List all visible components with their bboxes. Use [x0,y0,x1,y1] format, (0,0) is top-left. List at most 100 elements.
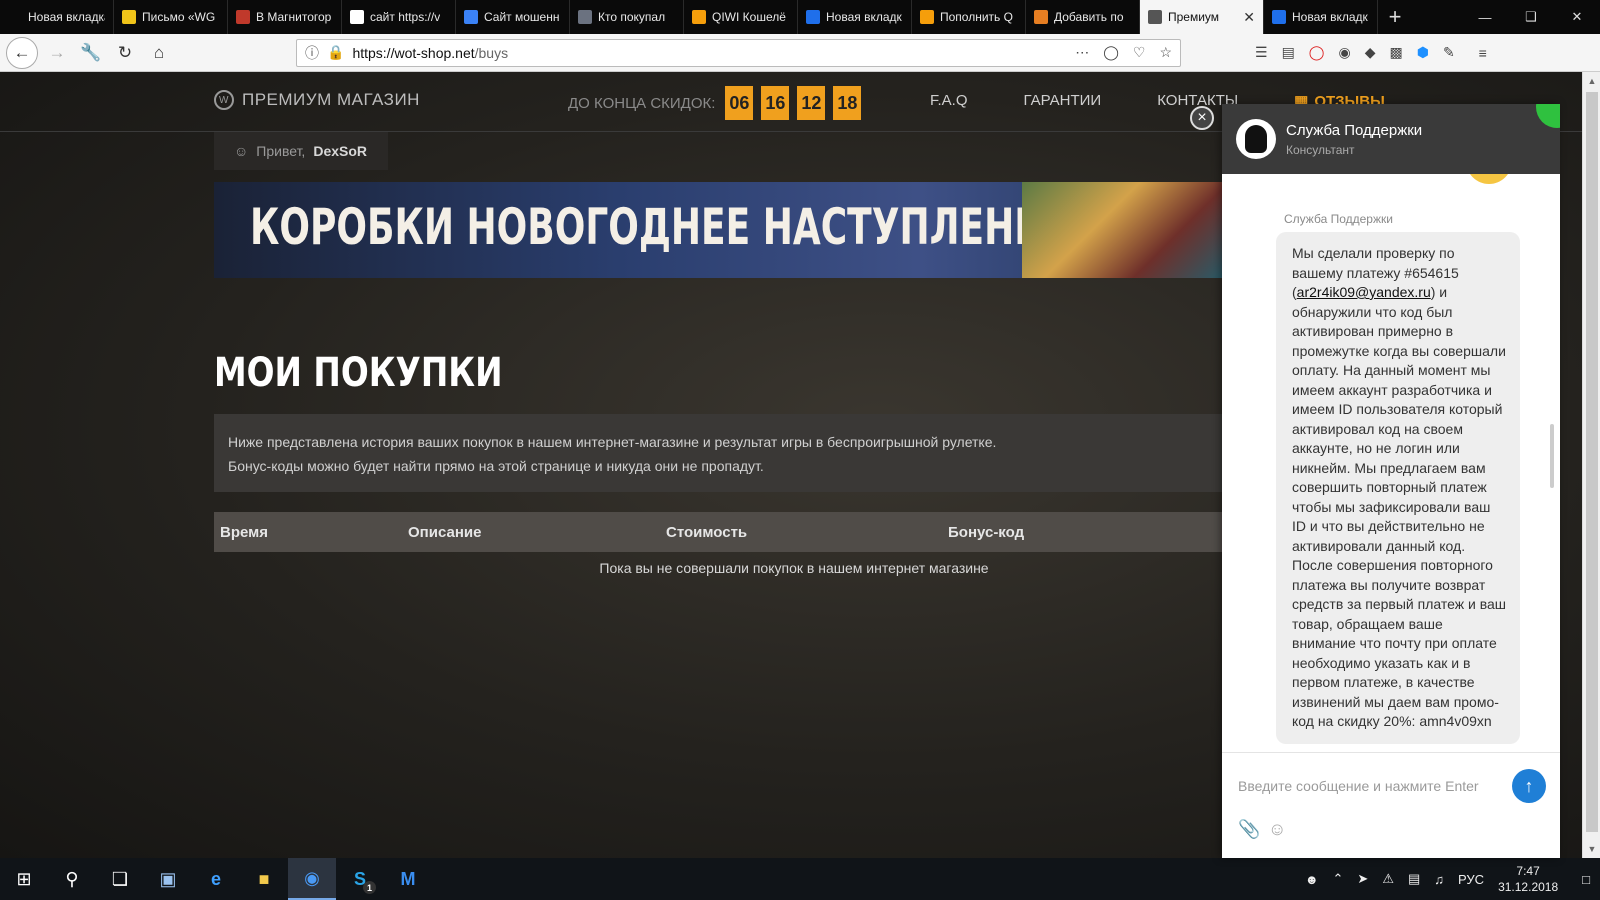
forward-button[interactable]: → [42,38,72,68]
support-chat-widget: Служба Поддержки Консультант Служба Подд… [1222,104,1560,858]
chat-messages[interactable]: Служба Поддержки Мы сделали проверку по … [1222,174,1560,752]
language-indicator[interactable]: РУС [1458,872,1484,887]
url-bar[interactable]: ⓘ 🔒 https://wot-shop.net/buys ⋯ ◯ ♡ ☆ [296,38,1181,67]
emoji-icon[interactable]: ☺ [1268,819,1286,840]
screenshot-extension-icon[interactable]: ▩ [1389,44,1402,61]
wrench-icon[interactable]: 🔧 [76,38,106,68]
promo-banner[interactable]: КОРОБКИ НОВОГОДНЕЕ НАСТУПЛЕНИЕ [214,182,1222,278]
chat-close-button[interactable]: × [1190,106,1214,130]
logo-text: ПРЕМИУМ МАГАЗИН [242,90,420,109]
bookmark-star-icon[interactable]: ☆ [1159,44,1172,61]
browser-tab[interactable]: Кто покупал [570,0,684,34]
info-icon[interactable]: ⓘ [305,43,319,63]
browser-tab[interactable]: Новая вкладк [1264,0,1378,34]
browser-tab[interactable]: сайт https://v [342,0,456,34]
support-message: Мы сделали проверку по вашему платежу #6… [1276,232,1520,744]
library-icon[interactable]: ☰ [1255,44,1268,61]
clock-date: 31.12.2018 [1498,880,1559,894]
attach-icon[interactable]: 📎 [1238,819,1260,840]
user-greeting[interactable]: ☺ Привет, DexSoR [214,132,388,170]
sidebar-icon[interactable]: ▤ [1282,44,1295,61]
page-scrollbar[interactable]: ▲ ▼ [1582,72,1600,858]
page-actions-icon[interactable]: ⋯ [1075,44,1089,61]
malwarebytes-icon[interactable]: M [384,858,432,900]
browser-tab[interactable]: Сайт мошенн [456,0,570,34]
purchase-info-box: Ниже представлена история ваших покупок … [214,414,1222,492]
network-off-icon[interactable]: ⚠ [1382,871,1394,887]
scroll-down-arrow[interactable]: ▼ [1583,840,1600,858]
firefox-icon [1272,10,1286,24]
edge-icon[interactable]: e [192,858,240,900]
shield-icon [1148,10,1162,24]
skype-badge: 1 [363,881,376,894]
chat-icon [464,10,478,24]
message-email-link[interactable]: ar2r4ik09@yandex.ru [1297,284,1431,300]
back-button[interactable]: ← [6,36,38,69]
reload-button[interactable]: ↻ [110,38,140,68]
scroll-up-arrow[interactable]: ▲ [1583,72,1600,90]
browser-tab[interactable]: Добавить по [1026,0,1140,34]
wot-extension-icon[interactable]: ◆ [1365,44,1376,61]
countdown-minutes: 12 [797,86,826,120]
close-window-button[interactable]: ✕ [1554,0,1600,34]
scroll-thumb[interactable] [1586,92,1598,832]
banner-boxes-image [1022,182,1222,278]
bulb-icon[interactable]: ◯ [1103,44,1119,61]
system-clock[interactable]: 7:47 31.12.2018 [1498,863,1558,895]
tab-label: сайт https://v [370,10,441,24]
send-button[interactable]: ↑ [1512,769,1546,803]
browser-tab-bar: Новая вкладка Письмо «WG В Магнитогор сайт … [0,0,1600,34]
nav-faq[interactable]: F.A.Q [930,92,968,110]
browser-tab[interactable]: В Магнитогор [228,0,342,34]
globe-icon[interactable]: ◉ [1338,44,1350,61]
windows-start-icon[interactable]: ⊞ [0,858,48,900]
browser-tab[interactable]: Премиум ✕ [1140,0,1264,34]
skype-icon[interactable]: S1 [336,858,384,900]
firefox-taskbar-icon[interactable]: ◉ [288,858,336,900]
restore-button[interactable]: ❑ [1508,0,1554,34]
minimize-button[interactable]: — [1462,0,1508,34]
clock-time: 7:47 [1516,864,1540,878]
cube-extension-icon[interactable]: ⬢ [1417,44,1429,61]
browser-tab[interactable]: Пополнить Q [912,0,1026,34]
browser-tab[interactable]: Новая вкладка [0,0,114,34]
opera-icon[interactable]: ◯ [1309,44,1325,61]
chat-message-input[interactable] [1238,773,1500,799]
user-icon: ☺ [234,143,249,159]
notifications-icon[interactable]: □ [1582,872,1590,887]
vpn-tray-icon[interactable]: ➤ [1357,871,1368,887]
tray-chevron-icon[interactable]: ⌃ [1333,871,1344,887]
chat-scrollbar[interactable] [1550,424,1554,488]
username: DexSoR [313,143,368,159]
site-logo[interactable]: W ПРЕМИУМ МАГАЗИН [214,90,420,110]
new-tab-button[interactable]: + [1378,0,1412,34]
firefox-icon [1034,10,1048,24]
browser-tab[interactable]: Письмо «WG [114,0,228,34]
windows-taskbar: ⊞ ⚲ ❏ ▣ e ■ ◉ S1 M ☻ ⌃ ➤ ⚠ ▤ ♫ РУС 7:47 … [0,858,1600,900]
search-icon[interactable]: ⚲ [48,858,96,900]
home-button[interactable]: ⌂ [144,38,174,68]
pen-extension-icon[interactable]: ✎ [1443,44,1455,61]
file-explorer-icon[interactable]: ■ [240,858,288,900]
message-sender: Служба Поддержки [1284,212,1393,226]
browser-tab[interactable]: QIWI Кошелё [684,0,798,34]
online-indicator [1536,104,1560,128]
support-avatar [1236,119,1276,159]
network-icon[interactable]: ▤ [1408,871,1420,887]
qiwi-icon [692,10,706,24]
col-bonus-code: Бонус-код [948,523,1025,541]
close-tab-icon[interactable]: ✕ [1243,9,1255,26]
tab-label: Добавить по [1054,10,1124,24]
volume-icon[interactable]: ♫ [1434,872,1444,887]
menu-icon[interactable]: ≡ [1479,45,1487,61]
browser-tab[interactable]: Новая вкладк [798,0,912,34]
pocket-icon[interactable]: ♡ [1133,44,1146,61]
control-panel-icon[interactable]: ▣ [144,858,192,900]
people-icon[interactable]: ☻ [1305,872,1319,887]
task-view-icon[interactable]: ❏ [96,858,144,900]
countdown-days: 06 [725,86,754,120]
nav-guarantees[interactable]: ГАРАНТИИ [1024,92,1102,110]
tab-label: В Магнитогор [256,10,332,24]
system-tray: ☻ ⌃ ➤ ⚠ ▤ ♫ РУС 7:47 31.12.2018 □ [1305,863,1600,895]
tab-label: Новая вкладка [28,10,105,24]
